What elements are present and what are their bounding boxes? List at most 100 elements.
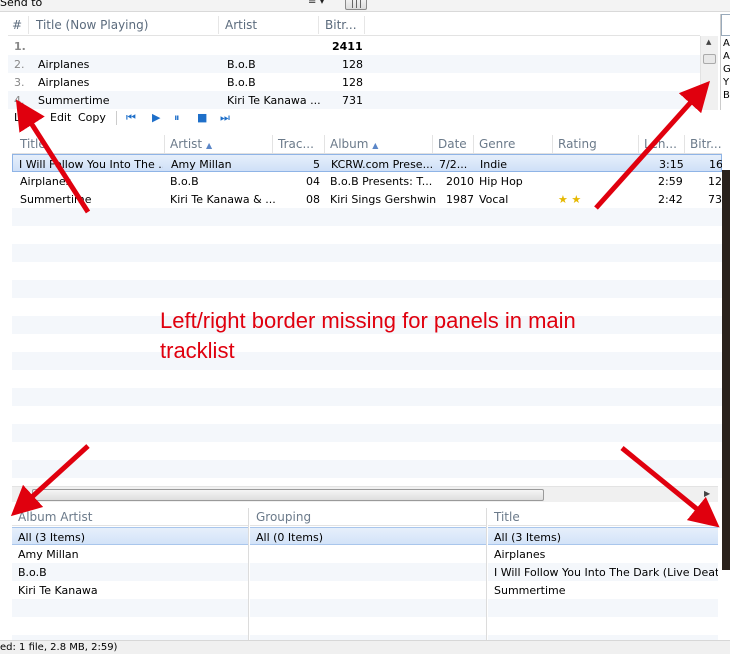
title-filter: Title All (3 Items) Airplanes I Will Fol… — [488, 508, 718, 640]
filter-item[interactable]: Amy Millan — [12, 545, 248, 563]
view-options-icon[interactable]: ≡ ▾ — [308, 0, 325, 7]
track-row[interactable]: I Will Follow You Into The ... Amy Milla… — [12, 154, 722, 172]
now-playing-row[interactable]: 2. Airplanes B.o.B 128 — [8, 55, 700, 73]
status-text: ed: 1 file, 2.8 MB, 2:59) — [0, 642, 118, 653]
filter-item[interactable]: Kiri Te Kanawa — [12, 581, 248, 599]
copy-menu[interactable]: Copy — [78, 111, 106, 124]
now-playing-row[interactable]: 1. 2411 — [8, 37, 700, 55]
row-title: Airplanes — [38, 76, 90, 89]
track-title: Summertime — [20, 193, 92, 206]
filter-item-label: Airplanes — [494, 548, 546, 561]
track-artist: Kiri Te Kanawa & ... — [170, 193, 276, 206]
col-album-header[interactable]: Album ▲ — [330, 137, 378, 151]
side-list-item[interactable]: Y — [723, 77, 729, 88]
filter-header[interactable]: Grouping — [250, 508, 486, 526]
stop-icon[interactable]: ■ — [197, 111, 207, 124]
play-icon[interactable]: ▶ — [152, 111, 160, 124]
filter-item[interactable]: I Will Follow You Into The Dark (Live De… — [488, 563, 718, 581]
annotation-line: tracklist — [160, 338, 235, 363]
now-playing-row[interactable]: 4. Summertime Kiri Te Kanawa ... 731 — [8, 91, 700, 109]
scroll-thumb[interactable] — [32, 489, 544, 501]
track-length: 2:42 — [658, 193, 683, 206]
filter-item[interactable]: Summertime — [488, 581, 718, 599]
col-track-header[interactable]: Trac... — [278, 137, 314, 151]
track-genre: Indie — [480, 158, 508, 171]
columns-icon[interactable] — [345, 0, 367, 10]
track-number: 04 — [306, 175, 320, 188]
col-album-label: Album — [330, 137, 369, 151]
filter-item[interactable]: B.o.B — [12, 563, 248, 581]
filter-header[interactable]: Album Artist — [12, 508, 248, 526]
scroll-up-icon[interactable]: ▲ — [706, 38, 711, 46]
filter-empty-row — [250, 563, 486, 581]
playback-toolbar: List Edit Copy ⏮ ▶ ⏸ ■ ⏭ — [0, 110, 730, 128]
side-list-item[interactable]: G — [723, 64, 730, 75]
row-bitrate: 2411 — [332, 40, 363, 53]
track-bitrate: 73 — [708, 193, 722, 206]
filter-item-label: I Will Follow You Into The Dark (Live De… — [494, 566, 718, 579]
track-album: Kiri Sings Gershwin — [330, 193, 437, 206]
side-list-header[interactable] — [721, 14, 730, 36]
filter-empty-row — [12, 599, 248, 617]
sort-ascending-icon: ▲ — [205, 141, 213, 150]
row-index: 4. — [14, 94, 25, 107]
edit-menu[interactable]: Edit — [50, 111, 71, 124]
filter-item-label: All (0 Items) — [256, 531, 323, 544]
col-title-header[interactable]: Title — [20, 137, 46, 151]
side-list-item[interactable]: B — [723, 90, 730, 101]
status-bar: ed: 1 file, 2.8 MB, 2:59) — [0, 640, 730, 654]
filter-item[interactable]: All (3 Items) — [488, 527, 718, 545]
side-list-item[interactable]: A — [723, 51, 730, 62]
tracklist-horizontal-scrollbar[interactable]: ▶ — [12, 486, 718, 502]
list-menu[interactable]: List — [14, 111, 33, 124]
col-length-header[interactable]: Len... — [644, 137, 677, 151]
filter-item[interactable]: Airplanes — [488, 545, 718, 563]
filter-divider[interactable] — [248, 508, 249, 640]
col-artist-header[interactable]: Artist — [225, 18, 257, 32]
album-art-panel — [722, 170, 730, 570]
scroll-right-icon[interactable]: ▶ — [704, 489, 710, 498]
filter-header-label: Title — [494, 510, 520, 524]
col-genre-header[interactable]: Genre — [479, 137, 515, 151]
next-track-icon[interactable]: ⏭ — [220, 111, 230, 125]
filter-header[interactable]: Title — [488, 508, 718, 526]
side-list-item[interactable]: A — [723, 38, 730, 49]
track-number: 08 — [306, 193, 320, 206]
filter-divider[interactable] — [486, 508, 487, 640]
filter-item-label: Kiri Te Kanawa — [18, 584, 98, 597]
track-date: 7/2... — [439, 158, 468, 171]
col-date-header[interactable]: Date — [438, 137, 467, 151]
track-rating[interactable]: ★ ★ — [558, 193, 581, 206]
now-playing-scrollbar[interactable]: ▲ — [700, 36, 718, 110]
track-row[interactable]: Summertime Kiri Te Kanawa & ... 08 Kiri … — [12, 190, 722, 208]
col-title-header[interactable]: Title (Now Playing) — [36, 18, 148, 32]
track-length: 2:59 — [658, 175, 683, 188]
send-to-menu[interactable]: Send to — [0, 0, 42, 9]
track-bitrate: 12 — [708, 175, 722, 188]
filter-item-label: B.o.B — [18, 566, 47, 579]
filter-empty-row — [250, 599, 486, 617]
filter-item[interactable]: All (0 Items) — [250, 527, 486, 545]
scroll-thumb[interactable] — [703, 54, 716, 64]
track-row[interactable]: Airplanes B.o.B 04 B.o.B Presents: T... … — [12, 172, 722, 190]
track-title: I Will Follow You Into The ... — [19, 158, 163, 171]
row-title: Airplanes — [38, 58, 90, 71]
col-artist-header[interactable]: Artist ▲ — [170, 137, 212, 151]
now-playing-panel: # Title (Now Playing) Artist Bitr... 1. … — [8, 14, 700, 110]
col-artist-label: Artist — [170, 137, 203, 151]
pause-icon[interactable]: ⏸ — [174, 111, 180, 125]
track-bitrate: 16 — [709, 158, 722, 171]
col-index-header[interactable]: # — [12, 18, 22, 32]
now-playing-row[interactable]: 3. Airplanes B.o.B 128 — [8, 73, 700, 91]
track-length: 3:15 — [659, 158, 684, 171]
track-genre: Vocal — [479, 193, 509, 206]
col-rating-header[interactable]: Rating — [558, 137, 597, 151]
row-artist: B.o.B — [227, 58, 256, 71]
filter-item[interactable]: All (3 Items) — [12, 527, 248, 545]
col-bitrate-header[interactable]: Bitr... — [690, 137, 722, 151]
col-bitrate-header[interactable]: Bitr... — [325, 18, 357, 32]
filter-item-label: Amy Millan — [18, 548, 79, 561]
track-artist: B.o.B — [170, 175, 199, 188]
row-artist: B.o.B — [227, 76, 256, 89]
previous-track-icon[interactable]: ⏮ — [126, 111, 136, 125]
